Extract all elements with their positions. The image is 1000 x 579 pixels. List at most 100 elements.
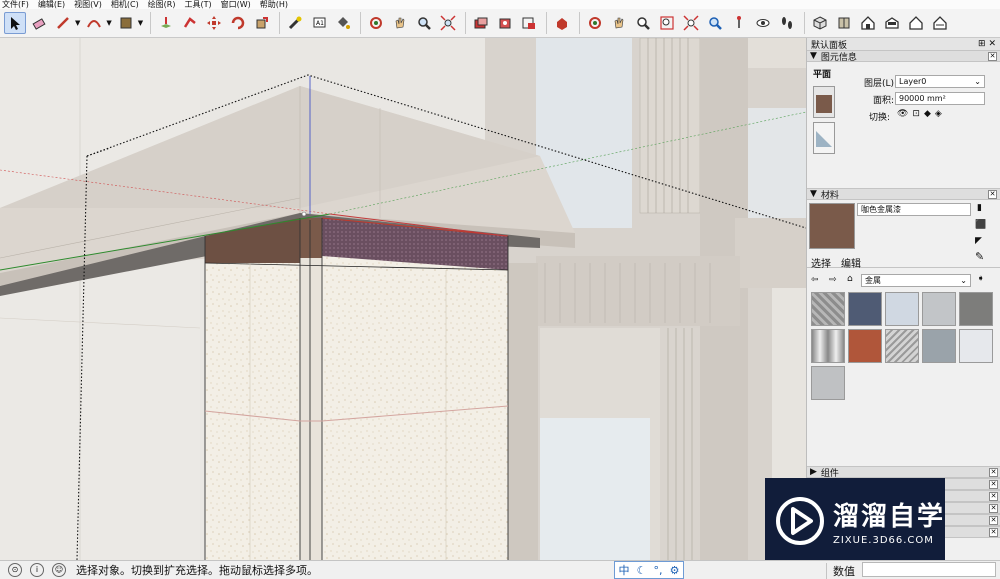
back-icon[interactable]: ⇦: [811, 275, 819, 285]
3d-viewport[interactable]: [0, 38, 806, 560]
material-thumb[interactable]: [959, 292, 993, 326]
zoom2-tool-button[interactable]: [632, 12, 654, 34]
menu-item[interactable]: 视图(V): [72, 0, 109, 9]
create-material-icon[interactable]: ▮: [977, 203, 982, 213]
menu-item[interactable]: 编辑(E): [36, 0, 72, 9]
right-view-tool-button[interactable]: [881, 12, 903, 34]
material-thumb[interactable]: [811, 366, 845, 400]
material-thumb[interactable]: [885, 292, 919, 326]
material-thumb[interactable]: [885, 329, 919, 363]
front-material-swatch[interactable]: [813, 86, 835, 118]
arc-tool-button[interactable]: [83, 12, 105, 34]
toolbar-separator: [804, 12, 806, 34]
close-icon[interactable]: ✕: [989, 527, 998, 537]
left-view-tool-button[interactable]: [929, 12, 951, 34]
position-camera-tool-button[interactable]: [728, 12, 750, 34]
iso-view-tool-button[interactable]: [809, 12, 831, 34]
material-thumb[interactable]: [811, 329, 845, 363]
paint-bucket-tool-button[interactable]: [332, 12, 354, 34]
menu-item[interactable]: 帮助(H): [258, 0, 295, 9]
back-material-swatch[interactable]: [813, 122, 835, 154]
tray-pin-close[interactable]: ⊞ ✕: [978, 39, 996, 49]
info-icon[interactable]: i: [30, 562, 44, 577]
menu-item[interactable]: 工具(T): [183, 0, 219, 9]
shape-tool-button[interactable]: [115, 12, 137, 34]
close-icon[interactable]: ✕: [989, 491, 998, 501]
walk-tool-button[interactable]: [776, 12, 798, 34]
rotate-tool-button[interactable]: [227, 12, 249, 34]
library-select[interactable]: 金属 ⌄: [861, 274, 971, 287]
material-thumb[interactable]: [848, 292, 882, 326]
components-header[interactable]: ▶ 组件 ✕: [807, 466, 1000, 479]
pan-tool-button[interactable]: [389, 12, 411, 34]
back-view-tool-button[interactable]: [905, 12, 927, 34]
area-field[interactable]: 90000 mm²: [895, 92, 985, 105]
previous-view-tool-button[interactable]: [704, 12, 726, 34]
follow-me-icon: [184, 17, 196, 28]
materials-header[interactable]: ▼ 材料 ✕: [807, 188, 1000, 201]
zoom-extents2-tool-button[interactable]: [680, 12, 702, 34]
dropdown-arrow-icon[interactable]: ▼: [138, 19, 143, 27]
front-view-tool-button[interactable]: [857, 12, 879, 34]
home-icon[interactable]: ⌂: [847, 274, 853, 284]
material-thumb[interactable]: [848, 329, 882, 363]
pan2-tool-button[interactable]: [608, 12, 630, 34]
warehouse-tool-button[interactable]: [551, 12, 573, 34]
tab-edit[interactable]: 编辑: [841, 255, 861, 270]
section-cut-tool-button[interactable]: [518, 12, 540, 34]
orbit2-tool-button[interactable]: [584, 12, 606, 34]
eyedropper-icon[interactable]: ✎: [975, 250, 984, 263]
material-thumb[interactable]: [811, 292, 845, 326]
ime-indicator[interactable]: 中 ☾ °, ⚙: [614, 561, 684, 579]
close-icon[interactable]: ✕: [989, 503, 998, 513]
push-pull-tool-button[interactable]: [155, 12, 177, 34]
menu-item[interactable]: 文件(F): [0, 0, 36, 9]
forward-icon[interactable]: ⇨: [829, 275, 837, 285]
user-icon[interactable]: ☺: [52, 562, 66, 577]
toolbar-separator: [150, 12, 152, 34]
top-view-tool-button[interactable]: [833, 12, 855, 34]
close-icon[interactable]: ✕: [988, 51, 997, 61]
orbit-tool-button[interactable]: [365, 12, 387, 34]
menu-item[interactable]: 绘图(R): [146, 0, 183, 9]
material-thumb[interactable]: [922, 329, 956, 363]
close-icon[interactable]: ✕: [989, 515, 998, 525]
section-tool-button[interactable]: [470, 12, 492, 34]
close-icon[interactable]: ✕: [988, 189, 997, 199]
material-name-field[interactable]: 咖色金属漆: [857, 203, 971, 216]
close-icon[interactable]: ✕: [989, 467, 998, 477]
dropdown-arrow-icon[interactable]: ▼: [75, 19, 80, 27]
select-tool-button[interactable]: [4, 12, 26, 34]
layer-select[interactable]: Layer0 ⌄: [895, 75, 985, 88]
gear-icon: ⚙: [669, 563, 680, 577]
menu-item[interactable]: 相机(C): [109, 0, 146, 9]
zoom-extents-tool-button[interactable]: [437, 12, 459, 34]
paint-icon[interactable]: ⬛: [975, 220, 986, 230]
material-thumb[interactable]: [959, 329, 993, 363]
measurements-input[interactable]: [862, 562, 996, 577]
orbit2-icon: [589, 17, 602, 29]
section-display-tool-button[interactable]: [494, 12, 516, 34]
visibility-toggle-icons[interactable]: 👁⊡◆◈: [897, 109, 946, 119]
details-arrow-icon[interactable]: ➧: [977, 274, 985, 284]
geo-location-icon[interactable]: ⊙: [8, 562, 22, 577]
collapse-arrow-icon: ▼: [810, 51, 817, 61]
zoom-window-tool-button[interactable]: [656, 12, 678, 34]
material-thumb[interactable]: [922, 292, 956, 326]
tape-measure-tool-button[interactable]: [284, 12, 306, 34]
move-tool-button[interactable]: [203, 12, 225, 34]
text-tool-button[interactable]: A1: [308, 12, 330, 34]
tab-select[interactable]: 选择: [811, 255, 831, 270]
entity-info-header[interactable]: ▼ 图元信息 ✕: [807, 50, 1000, 63]
pencil-tool-button[interactable]: [52, 12, 74, 34]
menu-item[interactable]: 窗口(W): [219, 0, 258, 9]
dropdown-arrow-icon[interactable]: ▼: [106, 19, 111, 27]
close-icon[interactable]: ✕: [989, 479, 998, 489]
eraser-tool-button[interactable]: [28, 12, 50, 34]
scale-tool-button[interactable]: [251, 12, 273, 34]
sample-paint-icon[interactable]: ◤: [975, 236, 982, 246]
follow-me-tool-button[interactable]: [179, 12, 201, 34]
look-around-tool-button[interactable]: [752, 12, 774, 34]
pencil-icon: [57, 17, 69, 29]
zoom-tool-button[interactable]: [413, 12, 435, 34]
